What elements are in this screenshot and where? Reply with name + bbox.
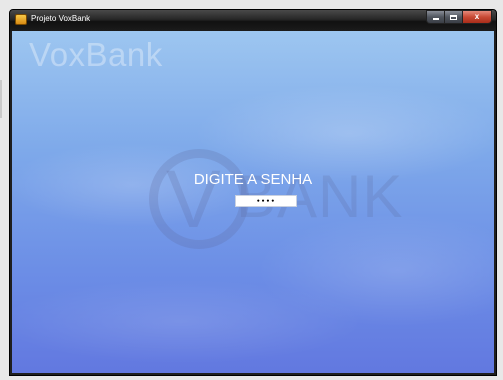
close-icon: x <box>474 12 480 21</box>
watermark-circle <box>149 149 249 249</box>
brand-title: VoxBank <box>29 36 163 73</box>
minimize-button[interactable] <box>426 10 444 24</box>
app-icon[interactable] <box>15 14 27 25</box>
minimize-icon <box>432 18 439 20</box>
screen-edge-fragment <box>0 80 2 118</box>
window-controls: x <box>426 10 492 25</box>
voxbank-watermark-logo: V BANK <box>132 149 432 269</box>
login-panel: VoxBank V BANK DIGITE A SENHA <box>12 31 494 373</box>
password-prompt-label: DIGITE A SENHA <box>193 171 313 188</box>
window-title: Projeto VoxBank <box>31 14 91 23</box>
title-bar[interactable]: Projeto VoxBank x <box>10 10 496 31</box>
app-window: Projeto VoxBank x VoxBank V BANK DIGITE … <box>9 9 497 376</box>
password-input[interactable] <box>235 195 297 207</box>
maximize-button[interactable] <box>444 10 462 24</box>
maximize-icon <box>450 14 457 20</box>
close-button[interactable]: x <box>462 10 492 24</box>
